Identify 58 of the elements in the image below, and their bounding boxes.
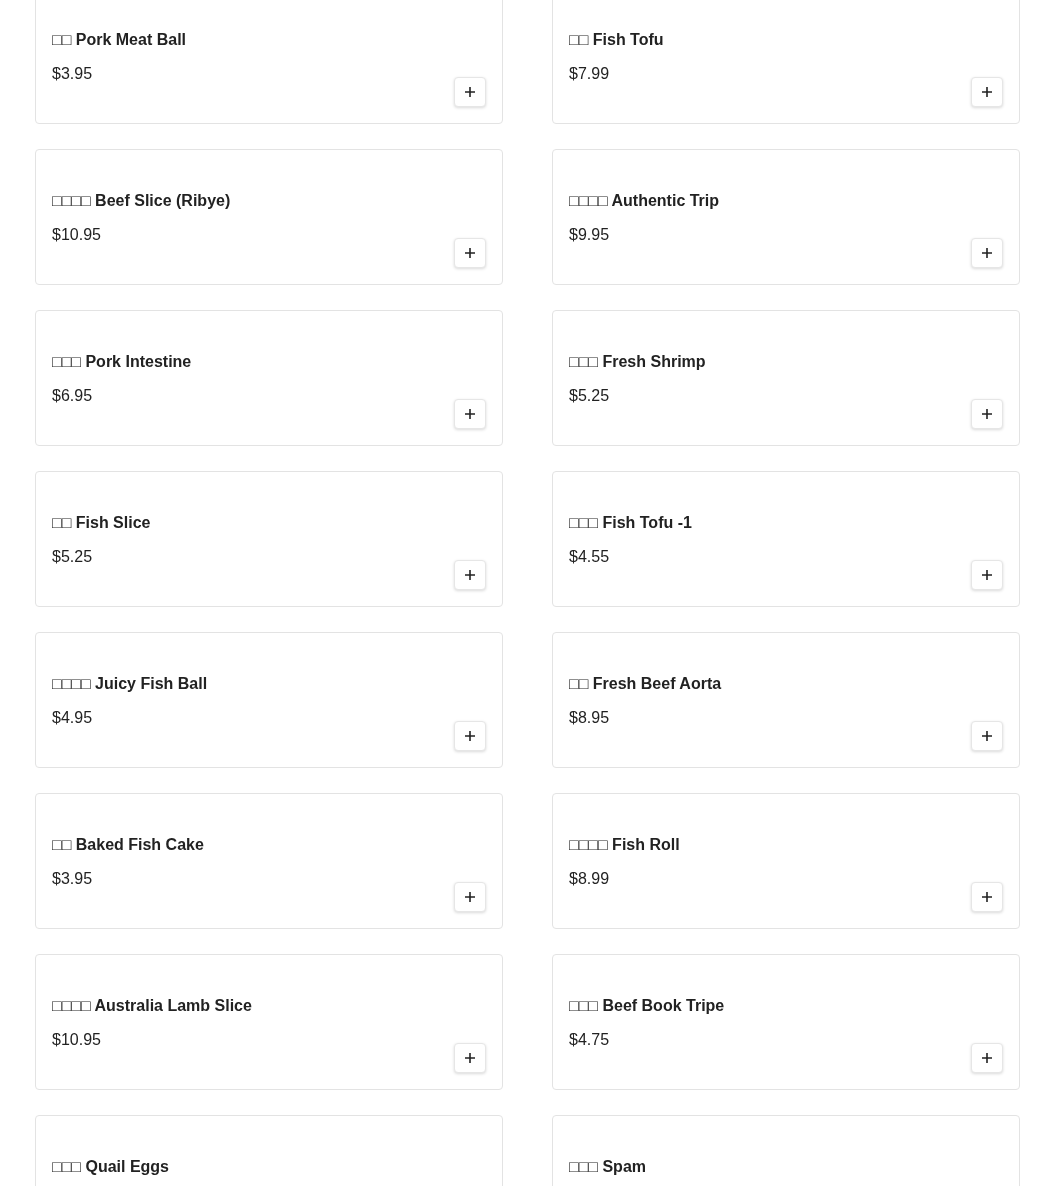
add-button[interactable] bbox=[971, 882, 1003, 912]
plus-icon bbox=[465, 892, 475, 902]
item-name: □□□ Pork Intestine bbox=[52, 352, 193, 372]
item-price: $3.95 bbox=[52, 869, 94, 889]
add-button[interactable] bbox=[454, 77, 486, 107]
add-button[interactable] bbox=[971, 238, 1003, 268]
item-price: $8.99 bbox=[569, 869, 611, 889]
item-price: $5.25 bbox=[52, 547, 94, 567]
plus-icon bbox=[465, 731, 475, 741]
plus-icon bbox=[465, 570, 475, 580]
add-button[interactable] bbox=[971, 560, 1003, 590]
plus-icon bbox=[465, 1053, 475, 1063]
plus-icon bbox=[465, 248, 475, 258]
item-price: $4.75 bbox=[569, 1030, 611, 1050]
add-button[interactable] bbox=[971, 399, 1003, 429]
plus-icon bbox=[465, 87, 475, 97]
item-price: $9.95 bbox=[569, 225, 611, 245]
item-name: □□□□ Australia Lamb Slice bbox=[52, 996, 253, 1016]
item-price: $7.99 bbox=[569, 64, 611, 84]
item-name: □□ Pork Meat Ball bbox=[52, 30, 188, 50]
item-price: $3.95 bbox=[52, 64, 94, 84]
item-price: $6.95 bbox=[52, 386, 94, 406]
item-name: □□ Baked Fish Cake bbox=[52, 835, 205, 855]
item-name: □□□ Fish Tofu -1 bbox=[569, 513, 693, 533]
plus-icon bbox=[982, 570, 992, 580]
item-name: □□ Fresh Beef Aorta bbox=[569, 674, 723, 694]
add-button[interactable] bbox=[454, 560, 486, 590]
plus-icon bbox=[982, 248, 992, 258]
item-price: $8.95 bbox=[569, 708, 611, 728]
item-price: $4.55 bbox=[569, 547, 611, 567]
item-name: □□□ Beef Book Tripe bbox=[569, 996, 726, 1016]
item-name: □□□□ Beef Slice (Ribye) bbox=[52, 191, 232, 211]
plus-icon bbox=[982, 731, 992, 741]
add-button[interactable] bbox=[971, 77, 1003, 107]
item-name: □□□ Quail Eggs bbox=[52, 1157, 170, 1177]
plus-icon bbox=[465, 409, 475, 419]
item-name: □□□ Fresh Shrimp bbox=[569, 352, 707, 372]
item-price: $10.95 bbox=[52, 1030, 102, 1050]
plus-icon bbox=[982, 87, 992, 97]
add-button[interactable] bbox=[971, 1043, 1003, 1073]
add-button[interactable] bbox=[454, 882, 486, 912]
item-name: □□□□ Fish Roll bbox=[569, 835, 681, 855]
add-button[interactable] bbox=[454, 238, 486, 268]
plus-icon bbox=[982, 892, 992, 902]
item-price: $4.95 bbox=[52, 708, 94, 728]
add-button[interactable] bbox=[454, 721, 486, 751]
item-name: □□ Fish Slice bbox=[52, 513, 152, 533]
item-price: $5.25 bbox=[569, 386, 611, 406]
item-name: □□□ Spam bbox=[569, 1157, 647, 1177]
add-button[interactable] bbox=[454, 1043, 486, 1073]
item-name: □□□□ Authentic Trip bbox=[569, 191, 721, 211]
item-name: □□□□ Juicy Fish Ball bbox=[52, 674, 209, 694]
item-name: □□ Fish Tofu bbox=[569, 30, 665, 50]
plus-icon bbox=[982, 409, 992, 419]
plus-icon bbox=[982, 1053, 992, 1063]
add-button[interactable] bbox=[454, 399, 486, 429]
add-button[interactable] bbox=[971, 721, 1003, 751]
item-price: $10.95 bbox=[52, 225, 102, 245]
